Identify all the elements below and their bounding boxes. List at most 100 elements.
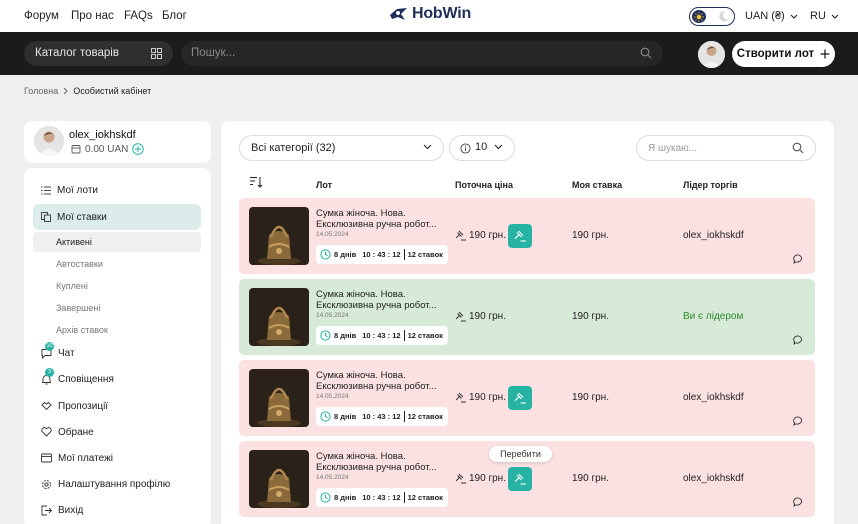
sidebar-item-label: Обране	[58, 426, 94, 438]
logo-icon	[390, 8, 407, 20]
info-icon	[460, 143, 471, 154]
timer-days: 8 днів	[334, 412, 357, 421]
my-bid-value: 190 грн.	[572, 392, 609, 403]
chat-icon[interactable]	[793, 497, 804, 507]
gear-icon	[42, 479, 51, 489]
timer-time: 10 : 43 : 12	[362, 493, 401, 502]
outbid-button[interactable]	[508, 467, 532, 491]
logo[interactable]: HobWin	[389, 5, 471, 23]
top-navigation: Форум Про нас FAQs Блог HobWin UAN (₴) R…	[0, 0, 858, 32]
table-row[interactable]: Сумка жіноча. Нова. Ексклюзивна ручна ро…	[239, 360, 815, 436]
column-header-price: Поточна ціна	[455, 180, 513, 190]
wallet-icon	[71, 145, 81, 154]
divider	[403, 411, 405, 422]
sidebar-item-label: Мої ставки	[57, 211, 107, 223]
sidebar-subitem-bought[interactable]: Куплені	[33, 276, 201, 296]
sidebar-item-settings[interactable]: Налаштування профілю	[33, 471, 201, 497]
lot-timer: 8 днів 10 : 43 : 12 12 ставок	[316, 488, 448, 507]
nav-link-forum[interactable]: Форум	[24, 10, 59, 22]
outbid-button[interactable]	[508, 386, 532, 410]
clock-icon	[320, 249, 331, 260]
sort-icon[interactable]	[250, 176, 263, 188]
current-price-value: 190 грн.	[469, 311, 506, 322]
wallet-icon	[41, 453, 52, 463]
currency-value: UAN (₴)	[745, 10, 785, 22]
current-price-value: 190 грн.	[469, 230, 506, 241]
current-price-value: 190 грн.	[469, 473, 506, 484]
chevron-down-icon	[494, 144, 503, 150]
auction-leader: olex_iokhskdf	[683, 230, 744, 241]
sidebar-subitem-archive[interactable]: Архів ставок	[33, 320, 201, 340]
sidebar-item-offers[interactable]: Пропозиції	[33, 393, 201, 419]
nav-link-faqs[interactable]: FAQs	[124, 10, 153, 22]
lot-title[interactable]: Сумка жіноча. Нова. Ексклюзивна ручна ро…	[316, 208, 444, 230]
sidebar-item-label: Налаштування профілю	[58, 478, 171, 490]
sidebar-item-notifications[interactable]: 3 Сповіщення	[33, 366, 201, 392]
column-header-leader: Лідер торгів	[683, 180, 738, 190]
timer-days: 8 днів	[334, 493, 357, 502]
divider	[403, 249, 405, 260]
sidebar-item-label: Мої лоти	[57, 184, 99, 196]
table-row[interactable]: Сумка жіноча. Нова. Ексклюзивна ручна ро…	[239, 198, 815, 274]
sidebar-item-logout[interactable]: Вихід	[33, 497, 201, 523]
page-size-dropdown[interactable]: 10	[449, 135, 515, 161]
sidebar-subitem-autobids[interactable]: Автоставки	[33, 254, 201, 274]
header-avatar[interactable]	[698, 41, 725, 68]
lot-thumbnail[interactable]	[249, 288, 309, 346]
outbid-button[interactable]	[508, 224, 532, 248]
lot-search-input[interactable]: Я шукаю...	[636, 135, 816, 161]
lot-thumbnail[interactable]	[249, 207, 309, 265]
sidebar-subitem-finished[interactable]: Завершені	[33, 298, 201, 318]
create-lot-label: Створити лот	[736, 48, 815, 60]
theme-toggle[interactable]	[689, 7, 735, 26]
timer-days: 8 днів	[334, 250, 357, 259]
avatar[interactable]	[34, 126, 64, 156]
table-row[interactable]: Сумка жіноча. Нова. Ексклюзивна ручна ро…	[239, 279, 815, 355]
search-input[interactable]: Пошук...	[181, 41, 663, 66]
timer-time: 10 : 43 : 12	[362, 250, 401, 259]
search-icon[interactable]	[792, 142, 804, 154]
auction-leader: Ви є лідером	[683, 311, 744, 322]
gavel-icon	[455, 311, 466, 322]
currency-select[interactable]: UAN (₴)	[745, 10, 798, 22]
timer-bids: 12 ставок	[407, 250, 443, 259]
bids-icon	[41, 212, 51, 222]
breadcrumb-home[interactable]: Головна	[24, 86, 58, 96]
lot-date: 14.05.2024	[316, 231, 349, 238]
nav-link-about[interactable]: Про нас	[71, 10, 114, 22]
column-header-lot: Лот	[316, 180, 332, 190]
lot-title[interactable]: Сумка жіноча. Нова. Ексклюзивна ручна ро…	[316, 289, 444, 311]
lot-date: 14.05.2024	[316, 393, 349, 400]
current-price: 190 грн.	[455, 311, 506, 322]
create-lot-button[interactable]: Створити лот	[732, 41, 835, 67]
lot-thumbnail[interactable]	[249, 369, 309, 427]
lot-thumbnail[interactable]	[249, 450, 309, 508]
sidebar-item-my-lots[interactable]: Мої лоти	[33, 177, 201, 203]
search-icon[interactable]	[640, 47, 652, 59]
chat-icon[interactable]	[793, 416, 804, 426]
language-select[interactable]: RU	[810, 10, 839, 22]
page-size-value: 10	[475, 141, 488, 153]
lot-title[interactable]: Сумка жіноча. Нова. Ексклюзивна ручна ро…	[316, 370, 444, 392]
category-dropdown[interactable]: Всі категорії (32)	[239, 135, 444, 161]
sidebar-subitem-active[interactable]: Активені	[33, 232, 201, 252]
my-bid-value: 190 грн.	[572, 230, 609, 241]
nav-link-blog[interactable]: Блог	[162, 10, 187, 22]
sidebar-item-label: Чат	[58, 347, 75, 359]
sidebar-item-chat[interactable]: 10 Чат	[33, 340, 201, 366]
sidebar-item-payments[interactable]: Мої платежі	[33, 445, 201, 471]
chevron-down-icon	[423, 144, 432, 150]
add-funds-icon[interactable]	[132, 143, 145, 155]
chat-icon[interactable]	[793, 254, 804, 264]
gavel-icon	[455, 473, 466, 484]
bell-icon: 3	[41, 367, 54, 385]
sidebar-item-favorites[interactable]: Обране	[33, 419, 201, 445]
lot-title[interactable]: Сумка жіноча. Нова. Ексклюзивна ручна ро…	[316, 451, 444, 473]
sidebar-item-my-bids[interactable]: Мої ставки	[33, 204, 201, 230]
gavel-icon	[514, 392, 526, 404]
catalog-button[interactable]: Каталог товарів	[24, 41, 173, 66]
timer-bids: 12 ставок	[407, 412, 443, 421]
divider	[403, 492, 405, 503]
chat-icon[interactable]	[793, 335, 804, 345]
sidebar-item-label: Пропозиції	[58, 400, 109, 412]
